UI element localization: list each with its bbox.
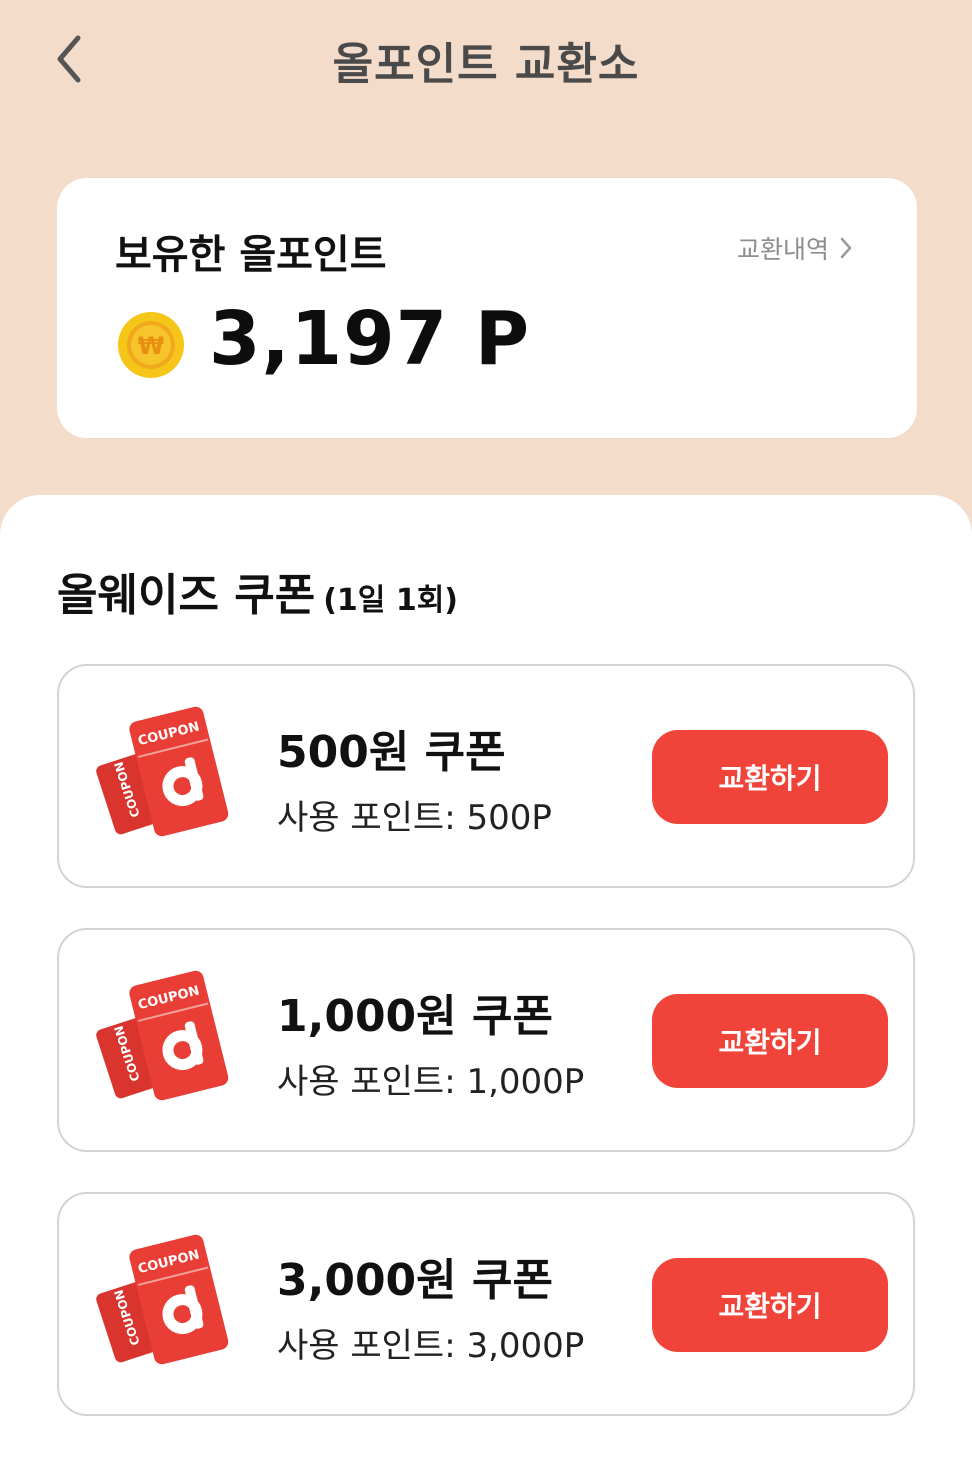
coupon-card-1000: COUPON COUPON 1,000원 쿠폰 사용 포인트: 1,000P 교… xyxy=(57,928,915,1152)
coupon-sheet: 올웨이즈 쿠폰 (1일 1회) COUPON COUPON 500원 쿠폰 사용 … xyxy=(0,495,972,1475)
coupon-points: 사용 포인트: 1,000P xyxy=(277,1062,585,1102)
section-title-text: 올웨이즈 쿠폰 xyxy=(57,570,316,621)
coupon-ticket-icon: COUPON COUPON xyxy=(96,1234,229,1365)
coupon-points: 사용 포인트: 3,000P xyxy=(277,1326,585,1366)
coupon-title: 1,000원 쿠폰 xyxy=(277,991,553,1042)
coupon-title: 3,000원 쿠폰 xyxy=(277,1255,553,1306)
page-title: 올포인트 교환소 xyxy=(332,39,640,90)
section-subtitle: (1일 1회) xyxy=(323,583,459,618)
points-card: 보유한 올포인트 교환내역 ₩ 3,197 P xyxy=(57,178,917,438)
coupon-ticket-icon: COUPON COUPON xyxy=(96,706,229,837)
chevron-right-icon xyxy=(840,237,852,259)
exchange-history-label: 교환내역 xyxy=(736,235,829,264)
section-title: 올웨이즈 쿠폰 (1일 1회) xyxy=(57,559,458,623)
exchange-button[interactable]: 교환하기 xyxy=(652,1258,888,1352)
coupon-points: 사용 포인트: 500P xyxy=(277,798,552,838)
coin-icon: ₩ xyxy=(118,312,184,378)
coupon-card-500: COUPON COUPON 500원 쿠폰 사용 포인트: 500P 교환하기 xyxy=(57,664,915,888)
coupon-title: 500원 쿠폰 xyxy=(277,727,506,778)
exchange-button[interactable]: 교환하기 xyxy=(652,730,888,824)
coupon-card-3000: COUPON COUPON 3,000원 쿠폰 사용 포인트: 3,000P 교… xyxy=(57,1192,915,1416)
points-label: 보유한 올포인트 xyxy=(115,232,387,278)
coupon-ticket-icon: COUPON COUPON xyxy=(96,970,229,1101)
exchange-history-link[interactable]: 교환내역 xyxy=(737,230,853,266)
exchange-button[interactable]: 교환하기 xyxy=(652,994,888,1088)
points-value: 3,197 P xyxy=(209,296,531,382)
svg-text:₩: ₩ xyxy=(138,332,165,360)
header: 올포인트 교환소 xyxy=(0,0,972,120)
